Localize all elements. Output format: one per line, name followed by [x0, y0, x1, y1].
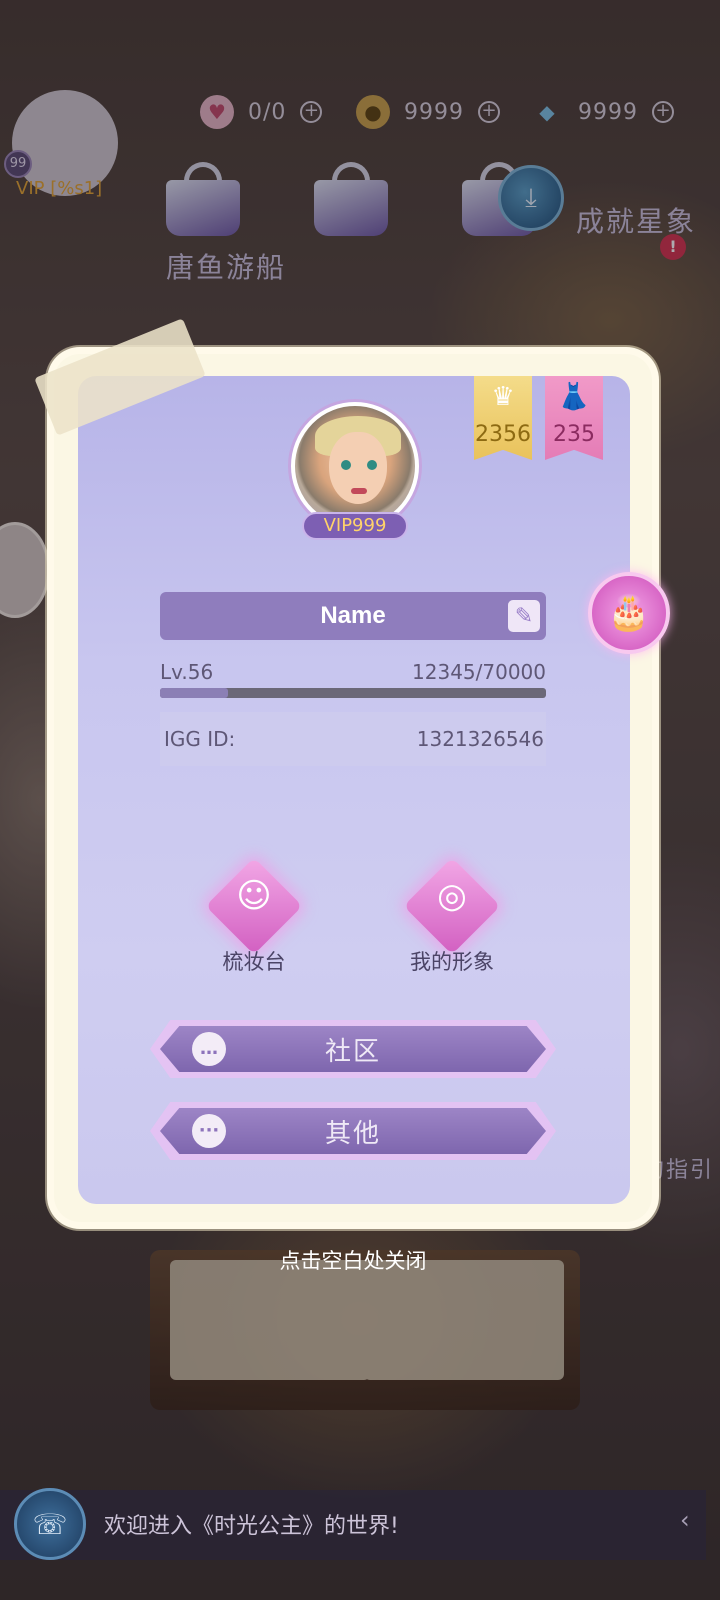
igg-id-value: 1321326546 [416, 727, 544, 751]
other-label: 其他 [324, 1118, 381, 1149]
community-button[interactable]: … 社区 [160, 1026, 546, 1072]
chat-message: 欢迎进入《时光公主》的世界! [104, 1514, 399, 1539]
close-hint[interactable]: 点击空白处关闭 [0, 1245, 706, 1275]
other-button[interactable]: ··· 其他 [160, 1108, 546, 1154]
crown-count: 2356 [475, 422, 531, 447]
igg-id-label: IGG ID: [164, 727, 236, 751]
chat-button[interactable]: ☏ [14, 1488, 86, 1560]
profile-portrait[interactable] [291, 402, 419, 530]
player-name: Name [320, 602, 386, 629]
my-image-label: 我的形象 [410, 950, 494, 974]
chat-icon: ☏ [32, 1507, 68, 1541]
igg-id-row: IGG ID: 1321326546 [160, 712, 546, 766]
birthday-cake-button[interactable]: 🎂 [588, 572, 670, 654]
cake-icon: 🎂 [607, 593, 651, 633]
dress-ribbon: 👗 235 [545, 376, 603, 460]
level-label: Lv.56 [160, 660, 214, 684]
camera-icon: ◎ [437, 876, 467, 916]
crown-icon: ♛ [491, 382, 515, 412]
community-label: 社区 [324, 1036, 381, 1067]
level-row: Lv.56 12345/70000 [160, 660, 546, 688]
xp-progress-fill [160, 688, 228, 698]
edit-name-button[interactable]: ✎ [508, 600, 540, 632]
xp-progress-bar [160, 688, 546, 698]
my-image-button[interactable]: ◎ 我的形象 [392, 857, 512, 982]
dress-icon: 👗 [557, 382, 591, 412]
chat-bubble-icon: … [192, 1032, 226, 1066]
chevron-left-icon[interactable]: ‹ [680, 1506, 690, 1534]
more-dots-icon: ··· [192, 1114, 226, 1148]
name-bar: Name ✎ [160, 592, 546, 640]
dresser-label: 梳妆台 [222, 950, 286, 974]
pencil-icon: ✎ [514, 603, 534, 629]
vip-tag: VIP999 [302, 512, 408, 540]
dress-count: 235 [553, 422, 595, 447]
dresser-face-icon: ☺ [236, 876, 272, 916]
crown-ribbon: ♛ 2356 [474, 376, 532, 460]
xp-label: 12345/70000 [412, 660, 546, 684]
dresser-button[interactable]: ☺ 梳妆台 [194, 857, 314, 982]
